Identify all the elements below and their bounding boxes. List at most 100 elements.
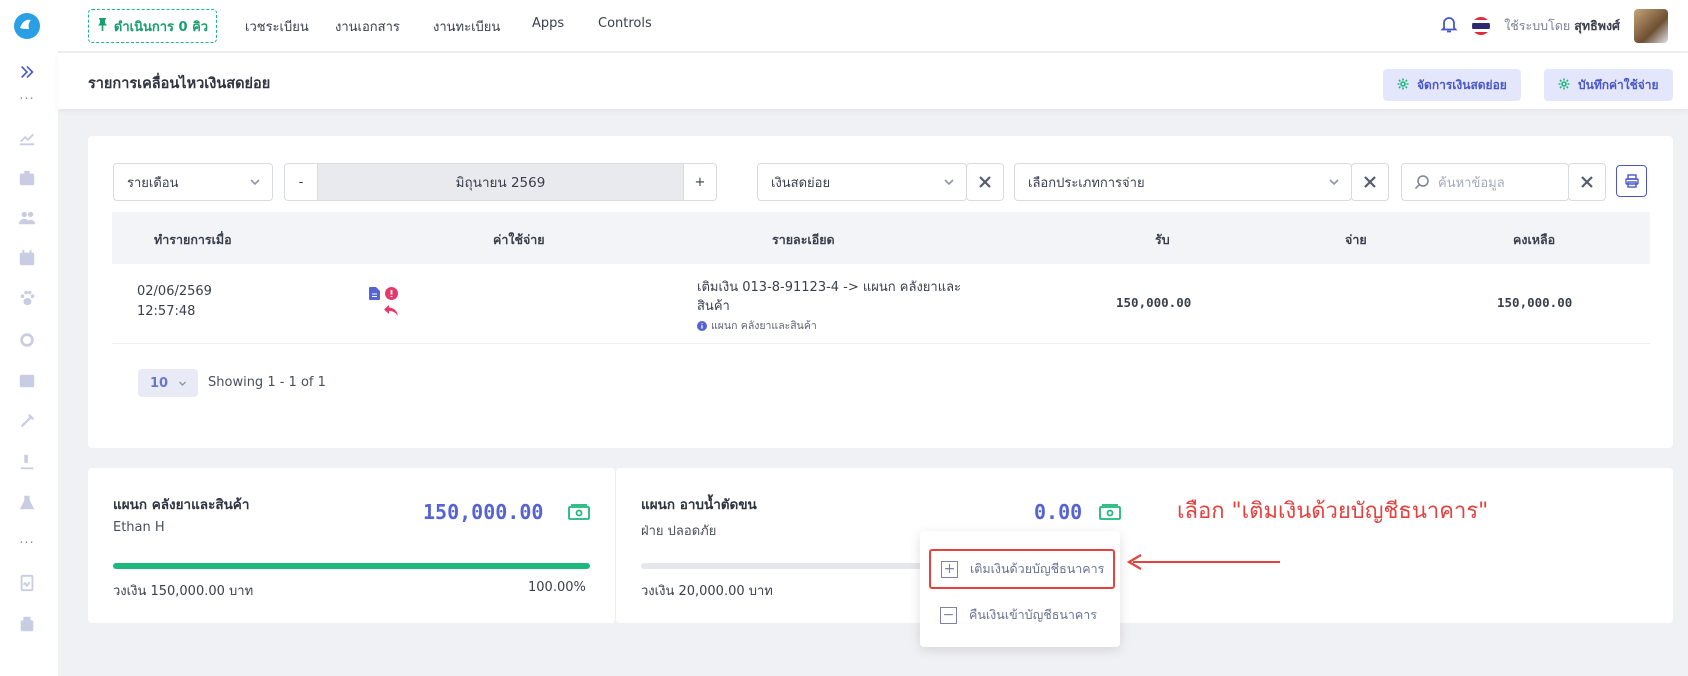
- table-row[interactable]: 02/06/2569 12:57:48 เติมเงิน 013-8-91123…: [112, 264, 1650, 344]
- column-header-receive: รับ: [1155, 232, 1170, 247]
- sidebar: ··· ···: [0, 0, 58, 676]
- nav-apps[interactable]: Apps: [532, 16, 564, 31]
- manage-petty-cash-label: จัดการเงินสดย่อย: [1417, 77, 1507, 92]
- gear-icon: [1397, 78, 1409, 93]
- expense-type-select[interactable]: เลือกประเภทการจ่าย: [1014, 163, 1352, 201]
- period-select[interactable]: รายเดือน: [113, 163, 273, 201]
- chevron-down-icon: [944, 179, 954, 186]
- thai-flag-icon[interactable]: [1472, 17, 1491, 35]
- refund-to-bank-label: คืนเงินเข้าบัญชีธนาคาร: [969, 607, 1098, 622]
- row-time: 12:57:48: [137, 304, 196, 319]
- row-date: 02/06/2569: [137, 284, 212, 299]
- row-balance: 150,000.00: [1497, 295, 1573, 310]
- medical-box-icon[interactable]: [17, 371, 37, 391]
- expand-sidebar-icon[interactable]: [17, 62, 37, 82]
- account-amount: 0.00: [1034, 500, 1083, 524]
- usage-progress-fill: [113, 563, 590, 569]
- gear-icon: [1558, 78, 1570, 93]
- search-placeholder: ค้นหาข้อมูล: [1438, 175, 1505, 191]
- print-button[interactable]: [1616, 165, 1647, 197]
- nav-documents[interactable]: งานเอกสาร: [335, 16, 400, 37]
- reply-icon[interactable]: [384, 302, 398, 321]
- queue-button[interactable]: ดำเนินการ 0 คิว: [88, 9, 217, 43]
- table-header: ทำรายการเมื่อ ค่าใช้จ่าย รายละเอียด รับ …: [112, 212, 1650, 264]
- paw-icon[interactable]: [17, 288, 37, 308]
- chevron-down-icon: [250, 179, 260, 186]
- column-header-date: ทำรายการเมื่อ: [154, 232, 232, 247]
- syringe-icon[interactable]: [17, 411, 37, 431]
- close-icon: [979, 176, 991, 188]
- report-icon[interactable]: [17, 573, 37, 593]
- plus-square-icon: +: [941, 560, 958, 578]
- user-name[interactable]: สุทธิพงศ์: [1574, 18, 1620, 33]
- column-header-expense: ค่าใช้จ่าย: [493, 232, 545, 247]
- avatar[interactable]: [1634, 9, 1668, 43]
- microscope-icon[interactable]: [17, 452, 37, 472]
- page-size-value: 10: [150, 375, 169, 391]
- month-next-button[interactable]: +: [683, 164, 716, 200]
- row-detail-line1: เติมเงิน 013-8-91123-4 -> แผนก คลังยาและ: [697, 280, 962, 295]
- usage-progress-bar: [641, 563, 931, 569]
- nav-controls[interactable]: Controls: [598, 16, 652, 31]
- bell-icon[interactable]: [1440, 15, 1458, 37]
- transactions-card: รายเดือน - มิถุนายน 2569 + เงินสดย่อย เล…: [88, 136, 1673, 448]
- refund-to-bank-option[interactable]: − คืนเงินเข้าบัญชีธนาคาร: [930, 597, 1110, 633]
- account-name: แผนก อาบน้ำตัดขน: [641, 497, 757, 513]
- chevron-down-icon: [179, 381, 187, 386]
- column-header-detail: รายละเอียด: [772, 232, 835, 247]
- topup-from-bank-option[interactable]: + เติมเงินด้วยบัญชีธนาคาร: [929, 549, 1115, 589]
- users-icon[interactable]: [17, 208, 37, 228]
- record-expense-button[interactable]: บันทึกค่าใช้จ่าย: [1544, 69, 1673, 101]
- account-owner: Ethan H: [113, 520, 165, 535]
- flask-icon[interactable]: [17, 493, 37, 513]
- queue-label: ดำเนินการ 0 คิว: [113, 19, 209, 35]
- account-card[interactable]: แผนก อาบน้ำตัดขน ฝ่าย ปลอดภัย 0.00 วงเงิ…: [615, 468, 1673, 623]
- month-stepper: - มิถุนายน 2569 +: [284, 163, 717, 201]
- page-header: รายการเคลื่อนไหวเงินสดย่อย จัดการเงินสดย…: [58, 53, 1688, 109]
- record-expense-label: บันทึกค่าใช้จ่าย: [1578, 77, 1659, 92]
- pharmacy-icon[interactable]: [17, 614, 37, 634]
- row-detail-note: แผนก คลังยาและสินค้า: [697, 317, 817, 334]
- more-dots-icon: ···: [19, 536, 35, 551]
- clear-search-button[interactable]: [1568, 163, 1606, 201]
- clear-fund-button[interactable]: [966, 163, 1004, 201]
- account-owner: ฝ่าย ปลอดภัย: [641, 524, 717, 539]
- hospital-icon[interactable]: [17, 168, 37, 188]
- minus-square-icon: −: [940, 606, 957, 624]
- account-limit: วงเงิน 20,000.00 บาท: [641, 584, 773, 599]
- user-area: ใช้ระบบโดย สุทธิพงศ์: [1440, 9, 1668, 43]
- nav-registration[interactable]: งานทะเบียน: [433, 16, 500, 37]
- expense-type-placeholder: เลือกประเภทการจ่าย: [1028, 175, 1145, 191]
- month-prev-button[interactable]: -: [285, 164, 318, 200]
- nav-medical-records[interactable]: เวชระเบียน: [245, 16, 309, 37]
- search-icon: [1414, 175, 1429, 190]
- account-name: แผนก คลังยาและสินค้า: [113, 497, 250, 513]
- row-detail-note-text: แผนก คลังยาและสินค้า: [711, 320, 817, 332]
- cash-icon[interactable]: [568, 504, 590, 520]
- column-header-pay: จ่าย: [1345, 232, 1367, 247]
- lifebuoy-icon[interactable]: [17, 330, 37, 350]
- chart-icon[interactable]: [17, 128, 37, 148]
- row-receive: 150,000.00: [1116, 295, 1192, 310]
- annotation-text: เลือก "เติมเงินด้วยบัญชีธนาคาร": [1177, 499, 1489, 524]
- calendar-icon[interactable]: [17, 248, 37, 268]
- close-icon: [1581, 176, 1593, 188]
- page-title: รายการเคลื่อนไหวเงินสดย่อย: [88, 76, 271, 92]
- search-input[interactable]: ค้นหาข้อมูล: [1401, 163, 1569, 201]
- chevron-down-icon: [1329, 179, 1339, 186]
- printer-icon: [1624, 174, 1639, 188]
- account-card[interactable]: แผนก คลังยาและสินค้า Ethan H 150,000.00 …: [88, 468, 615, 623]
- topup-from-bank-label: เติมเงินด้วยบัญชีธนาคาร: [970, 561, 1105, 576]
- document-icon[interactable]: [369, 285, 380, 304]
- row-detail-line2: สินค้า: [697, 299, 730, 314]
- page-size-select[interactable]: 10: [138, 369, 198, 397]
- close-icon: [1364, 176, 1376, 188]
- manage-petty-cash-button[interactable]: จัดการเงินสดย่อย: [1383, 69, 1521, 101]
- clear-expense-type-button[interactable]: [1351, 163, 1389, 201]
- cash-icon[interactable]: [1099, 504, 1121, 520]
- top-bar: ดำเนินการ 0 คิว เวชระเบียน งานเอกสาร งาน…: [58, 0, 1688, 52]
- fund-select[interactable]: เงินสดย่อย: [757, 163, 967, 201]
- month-value: มิถุนายน 2569: [318, 164, 683, 200]
- account-percent: 100.00%: [528, 580, 586, 595]
- app-logo-icon[interactable]: [11, 10, 43, 40]
